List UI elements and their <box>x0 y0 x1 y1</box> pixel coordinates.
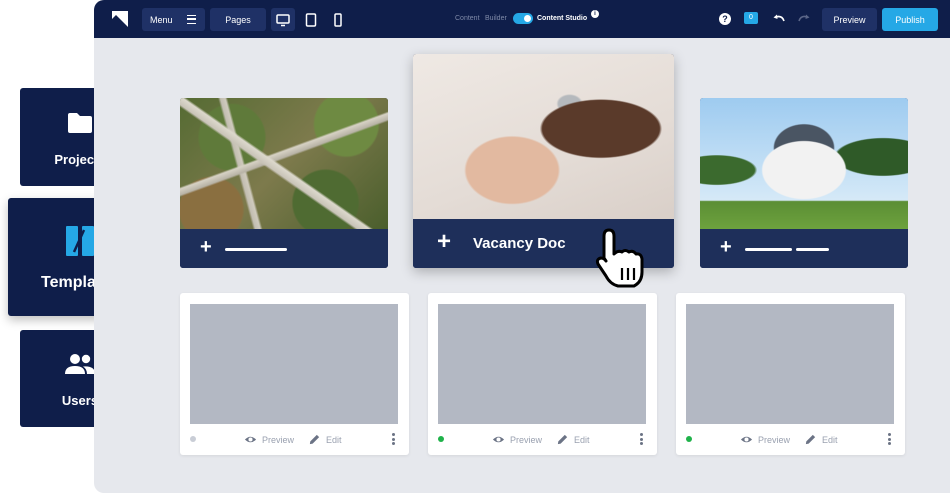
pencil-icon <box>557 434 568 445</box>
status-dot <box>438 436 444 442</box>
mobile-icon <box>334 12 342 27</box>
house-photo <box>700 98 908 229</box>
menu-button[interactable]: Menu <box>142 8 205 31</box>
eye-icon <box>244 436 257 443</box>
comments-icon[interactable]: 0 <box>744 12 758 24</box>
more-options-icon[interactable] <box>640 433 643 445</box>
desktop-icon <box>276 13 290 26</box>
title-placeholder <box>796 248 829 251</box>
plus-icon[interactable]: + <box>437 228 451 256</box>
edit-action[interactable]: Edit <box>308 433 342 446</box>
info-icon[interactable]: i <box>591 10 599 18</box>
mode-label-studio: Content Studio <box>537 15 588 22</box>
edit-action[interactable]: Edit <box>556 433 590 446</box>
template-card[interactable]: Preview Edit <box>676 293 905 455</box>
preview-action[interactable]: Preview <box>740 433 790 446</box>
pages-button[interactable]: Pages <box>210 8 266 31</box>
title-placeholder <box>745 248 792 251</box>
template-card-highway[interactable]: + <box>180 98 388 268</box>
preview-label: Preview <box>833 14 866 25</box>
hand-pointer-icon <box>595 228 644 288</box>
edit-action[interactable]: Edit <box>804 433 838 446</box>
more-options-icon[interactable] <box>392 433 395 445</box>
preview-label: Preview <box>758 434 791 445</box>
tablet-icon <box>305 12 317 27</box>
edit-label: Edit <box>574 434 590 445</box>
template-thumbnail <box>438 304 646 424</box>
templates-icon <box>66 226 94 256</box>
desktop-view-button[interactable] <box>271 8 295 31</box>
top-toolbar: Menu Pages Content Builder Content Studi… <box>94 0 950 38</box>
mode-label-content: Content <box>455 15 480 22</box>
eye-icon <box>740 436 753 443</box>
highway-photo <box>180 98 388 229</box>
pages-label: Pages <box>225 14 251 25</box>
preview-action[interactable]: Preview <box>244 433 294 446</box>
preview-action[interactable]: Preview <box>492 433 542 446</box>
plus-icon[interactable]: + <box>720 236 732 259</box>
menu-label: Menu <box>150 14 173 25</box>
title-placeholder <box>225 248 287 251</box>
template-thumbnail <box>686 304 894 424</box>
plus-icon[interactable]: + <box>200 236 212 259</box>
pencil-icon <box>309 434 320 445</box>
logo-icon <box>112 11 128 27</box>
mobile-view-button[interactable] <box>326 8 350 31</box>
comment-count: 0 <box>749 14 753 21</box>
more-options-icon[interactable] <box>888 433 891 445</box>
keys-handover-photo <box>413 54 674 220</box>
status-dot <box>190 436 196 442</box>
status-dot <box>686 436 692 442</box>
app-window: Menu Pages Content Builder Content Studi… <box>94 0 950 493</box>
eye-icon <box>492 436 505 443</box>
publish-button[interactable]: Publish <box>882 8 938 31</box>
users-icon <box>65 354 95 374</box>
tablet-view-button[interactable] <box>299 8 323 31</box>
template-card[interactable]: Preview Edit <box>428 293 657 455</box>
edit-label: Edit <box>822 434 838 445</box>
publish-label: Publish <box>895 14 925 25</box>
mode-toggle[interactable] <box>513 13 533 24</box>
card-title: Vacancy Doc <box>473 235 566 252</box>
undo-icon[interactable] <box>772 12 786 26</box>
pencil-icon <box>805 434 816 445</box>
redo-icon[interactable] <box>797 12 811 26</box>
mode-label-builder: Builder <box>485 15 507 22</box>
edit-label: Edit <box>326 434 342 445</box>
preview-label: Preview <box>262 434 295 445</box>
hamburger-icon <box>187 15 196 24</box>
preview-label: Preview <box>510 434 543 445</box>
preview-button[interactable]: Preview <box>822 8 877 31</box>
template-thumbnail <box>190 304 398 424</box>
folder-icon <box>68 113 92 133</box>
help-icon[interactable]: ? <box>719 13 731 25</box>
template-card[interactable]: Preview Edit <box>180 293 409 455</box>
template-card-house[interactable]: + <box>700 98 908 268</box>
